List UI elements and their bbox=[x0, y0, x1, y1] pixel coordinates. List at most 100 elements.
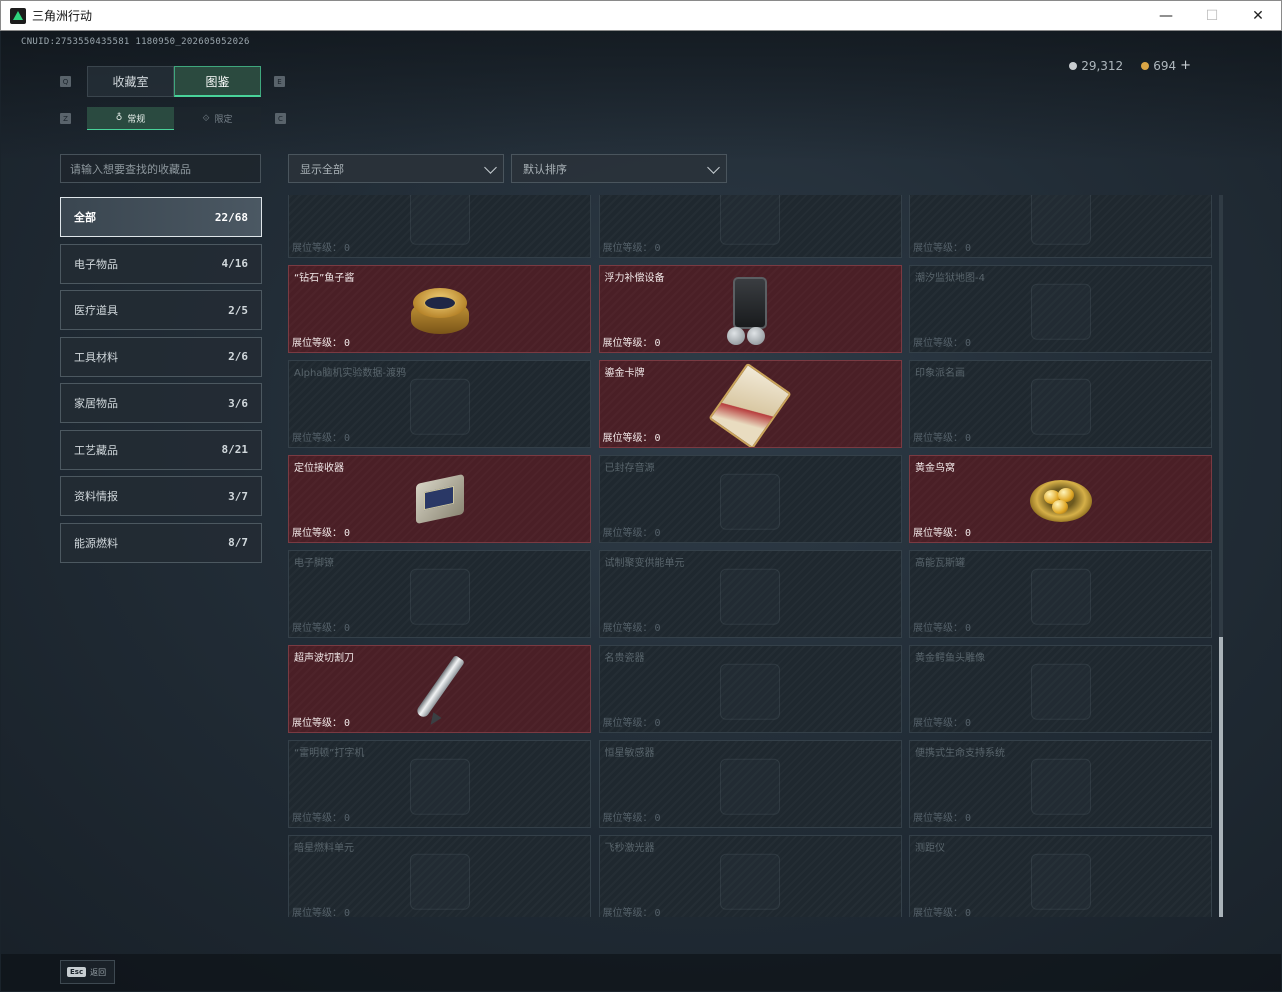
limited-icon: ⟐ bbox=[202, 113, 210, 124]
collection-item-card[interactable]: 名贵瓷器 展位等级： 0 bbox=[598, 645, 902, 733]
display-level-label: 展位等级： bbox=[913, 813, 963, 824]
display-level-value: 0 bbox=[965, 813, 972, 824]
minimize-button[interactable]: — bbox=[1143, 1, 1189, 31]
display-filter-value: 显示全部 bbox=[300, 162, 344, 176]
tab-limited-label: 限定 bbox=[214, 115, 233, 125]
collection-item-card[interactable]: “钻石”鱼子酱 展位等级： 0 bbox=[288, 265, 591, 353]
display-level-label: 展位等级： bbox=[292, 338, 342, 349]
item-name: 潮汐监狱地图-4 bbox=[915, 273, 985, 284]
locked-item-silhouette-icon bbox=[1030, 568, 1091, 625]
collection-item-card[interactable]: 超声波切割刀 展位等级： 0 bbox=[288, 645, 591, 733]
display-level: 展位等级： 0 bbox=[603, 714, 661, 729]
main-tabs: 收藏室 图鉴 bbox=[87, 66, 261, 97]
back-button[interactable]: Esc 返回 bbox=[60, 960, 115, 984]
display-level-label: 展位等级： bbox=[602, 908, 653, 917]
item-name: 黄金鳄鱼头雕像 bbox=[915, 653, 985, 664]
item-name: 测距仪 bbox=[915, 843, 945, 854]
display-level: 展位等级： 0 bbox=[603, 239, 661, 254]
collection-grid-items: 展位等级： 0 展位等级： 0 展位等级： 0 “钻石”鱼子酱 展位等级： 0 浮力补偿设备 展位等… bbox=[288, 195, 1212, 917]
collection-item-card[interactable]: “雷明顿”打字机 展位等级： 0 bbox=[288, 740, 591, 828]
collection-item-card[interactable]: 鎏金卡牌 展位等级： 0 bbox=[598, 360, 902, 448]
category-intel[interactable]: 资料情报 3/7 bbox=[60, 476, 262, 516]
collection-item-card[interactable]: 电子脚镣 展位等级： 0 bbox=[288, 550, 591, 638]
display-level-label: 展位等级： bbox=[292, 528, 342, 539]
collection-item-card[interactable]: 已封存音源 展位等级： 0 bbox=[598, 455, 902, 543]
collection-item-card[interactable]: 潮汐监狱地图-4 展位等级： 0 bbox=[909, 265, 1212, 353]
flask-icon: ♁ bbox=[115, 113, 123, 123]
display-level-label: 展位等级： bbox=[913, 433, 963, 444]
locked-item-silhouette-icon bbox=[720, 853, 780, 910]
category-crafts[interactable]: 工艺藏品 8/21 bbox=[60, 429, 262, 470]
add-currency-button[interactable]: + bbox=[1180, 58, 1191, 73]
locked-item-silhouette-icon bbox=[409, 853, 470, 910]
category-all[interactable]: 全部 22/68 bbox=[60, 197, 262, 237]
collection-item-card[interactable]: 展位等级： 0 bbox=[909, 195, 1212, 258]
category-tools[interactable]: 工具材料 2/6 bbox=[60, 336, 262, 377]
category-label: 家居物品 bbox=[74, 397, 118, 410]
collection-item-card[interactable]: 印象派名画 展位等级： 0 bbox=[909, 360, 1212, 448]
category-fuel[interactable]: 能源燃料 8/7 bbox=[60, 522, 262, 563]
maximize-button[interactable]: ☐ bbox=[1189, 1, 1235, 31]
category-label: 医疗道具 bbox=[74, 304, 118, 317]
sort-dropdown[interactable]: 默认排序 bbox=[511, 154, 727, 183]
collection-item-card[interactable]: Alpha脑机实验数据-渡鸦 展位等级： 0 bbox=[288, 360, 591, 448]
item-name: 黄金鸟窝 bbox=[915, 463, 955, 474]
collection-item-card[interactable]: 展位等级： 0 bbox=[598, 195, 902, 258]
display-level: 展位等级： 0 bbox=[603, 904, 661, 917]
back-label: 返回 bbox=[90, 967, 107, 977]
collection-grid: 展位等级： 0 展位等级： 0 展位等级： 0 “钻石”鱼子酱 展位等级： 0 浮力补偿设备 展位等… bbox=[288, 195, 1214, 917]
collection-item-card[interactable]: 暗星燃料单元 展位等级： 0 bbox=[288, 835, 591, 917]
collection-item-card[interactable]: 高能瓦斯罐 展位等级： 0 bbox=[909, 550, 1212, 638]
collection-item-card[interactable]: 浮力补偿设备 展位等级： 0 bbox=[598, 265, 902, 353]
item-name: 定位接收器 bbox=[294, 463, 344, 474]
category-count: 2/6 bbox=[228, 350, 248, 363]
display-level-value: 0 bbox=[654, 338, 661, 349]
display-level-value: 0 bbox=[654, 813, 661, 824]
collection-item-card[interactable]: 试制聚变供能单元 展位等级： 0 bbox=[598, 550, 902, 638]
currency-silver: 29,312 bbox=[1069, 59, 1123, 73]
display-level-label: 展位等级： bbox=[602, 433, 653, 444]
category-household[interactable]: 家居物品 3/6 bbox=[60, 383, 262, 423]
item-name: Alpha脑机实验数据-渡鸦 bbox=[294, 368, 407, 379]
display-level-value: 0 bbox=[965, 908, 972, 917]
category-label: 工艺藏品 bbox=[74, 443, 118, 457]
category-medical[interactable]: 医疗道具 2/5 bbox=[60, 290, 262, 330]
collection-item-card[interactable]: 测距仪展位等级： 0 bbox=[909, 835, 1212, 917]
tab-limited[interactable]: ⟐ 限定 bbox=[174, 107, 261, 130]
category-count: 3/6 bbox=[228, 396, 248, 410]
collection-item-card[interactable]: 黄金鸟窝 展位等级： 0 bbox=[909, 455, 1212, 543]
window-controls: — ☐ ✕ bbox=[1143, 1, 1281, 31]
collection-item-card[interactable]: 飞秒激光器 展位等级： 0 bbox=[598, 835, 902, 917]
category-count: 2/5 bbox=[228, 303, 248, 317]
category-electronics[interactable]: 电子物品 4/16 bbox=[60, 243, 262, 284]
display-level: 展位等级： 0 bbox=[913, 809, 971, 824]
collection-item-card[interactable]: 便携式生命支持系统 展位等级： 0 bbox=[909, 740, 1212, 828]
currency-gold: 694 + bbox=[1141, 58, 1191, 73]
display-level: 展位等级： 0 bbox=[292, 239, 350, 254]
tab-collection-room[interactable]: 收藏室 bbox=[87, 66, 174, 97]
locked-item-silhouette-icon bbox=[1030, 378, 1091, 435]
app-logo-icon bbox=[10, 7, 26, 24]
locked-item-silhouette-icon bbox=[720, 663, 780, 720]
item-name: 鎏金卡牌 bbox=[604, 368, 645, 379]
category-label: 资料情报 bbox=[74, 490, 118, 503]
display-level: 展位等级： 0 bbox=[913, 429, 971, 444]
display-level: 展位等级： 0 bbox=[913, 334, 971, 349]
grid-scrollbar[interactable] bbox=[1219, 195, 1223, 917]
tab-catalog[interactable]: 图鉴 bbox=[174, 66, 261, 97]
search-input[interactable]: 请输入想要查找的收藏品 bbox=[60, 154, 261, 183]
display-level-value: 0 bbox=[965, 433, 972, 444]
collection-item-card[interactable]: 恒星敏感器 展位等级： 0 bbox=[598, 740, 902, 828]
display-filter-dropdown[interactable]: 显示全部 bbox=[288, 154, 504, 183]
collection-item-card[interactable]: 定位接收器 展位等级： 0 bbox=[288, 455, 591, 543]
scrollbar-thumb[interactable] bbox=[1219, 637, 1223, 917]
collection-item-card[interactable]: 黄金鳄鱼头雕像 展位等级： 0 bbox=[909, 645, 1212, 733]
display-level: 展位等级： 0 bbox=[913, 904, 971, 917]
locked-item-silhouette-icon bbox=[720, 473, 780, 530]
category-count: 22/68 bbox=[214, 210, 248, 224]
collection-item-card[interactable]: 展位等级： 0 bbox=[288, 195, 591, 258]
tab-regular-label: 常规 bbox=[127, 114, 146, 125]
display-level: 展位等级： 0 bbox=[292, 714, 350, 729]
tab-regular[interactable]: ♁ 常规 bbox=[87, 107, 174, 130]
close-button[interactable]: ✕ bbox=[1235, 1, 1281, 31]
